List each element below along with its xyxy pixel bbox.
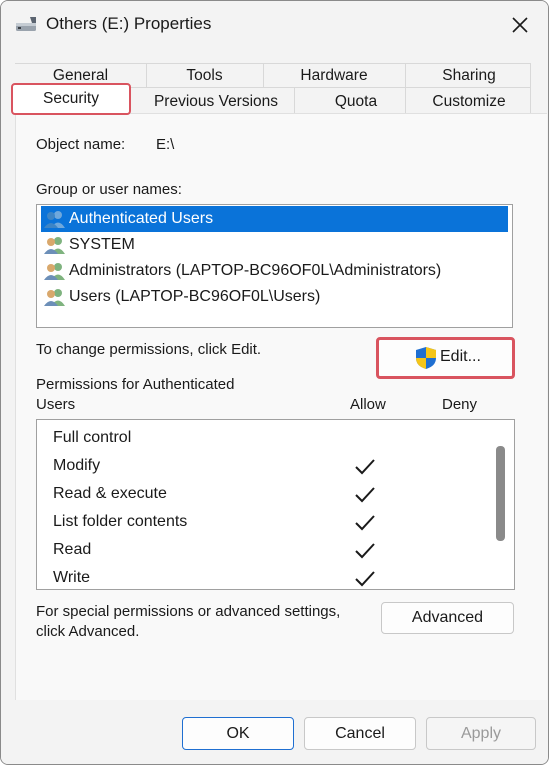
window-title: Others (E:) Properties xyxy=(46,14,212,33)
apply-button[interactable]: Apply xyxy=(426,717,536,750)
user-name: Users (LAPTOP-BC96OF0L\Users) xyxy=(69,288,321,305)
user-row-authenticated-users[interactable]: Authenticated Users xyxy=(41,206,508,232)
tab-quota[interactable]: Quota xyxy=(301,93,411,111)
title-bar: Others (E:) Properties xyxy=(1,1,548,51)
special-permissions-text-2: click Advanced. xyxy=(36,623,140,640)
group-user-label: Group or user names: xyxy=(36,181,182,198)
user-group-icon xyxy=(44,263,65,280)
checkmark-icon xyxy=(355,459,375,475)
drive-icon xyxy=(16,17,36,31)
checkmark-icon xyxy=(355,487,375,503)
checkmark-icon xyxy=(355,515,375,531)
deny-column-header: Deny xyxy=(442,396,478,413)
checkmark-icon xyxy=(355,543,375,559)
user-group-icon xyxy=(44,289,65,306)
user-row-administrators[interactable]: Administrators (LAPTOP-BC96OF0L\Administ… xyxy=(41,258,508,284)
checkmark-icon xyxy=(355,571,375,587)
permissions-label-user: Users xyxy=(36,396,76,413)
object-name-value: E:\ xyxy=(156,136,175,153)
allow-column-header: Allow xyxy=(350,396,386,413)
tab-security[interactable]: Security xyxy=(11,83,131,115)
tab-hardware[interactable]: Hardware xyxy=(263,67,405,85)
tab-tools[interactable]: Tools xyxy=(146,67,263,85)
scrollbar-thumb[interactable] xyxy=(496,446,505,541)
user-name: Administrators (LAPTOP-BC96OF0L\Administ… xyxy=(69,262,442,279)
user-name: Authenticated Users xyxy=(69,210,214,227)
tab-previous-versions[interactable]: Previous Versions xyxy=(136,93,296,111)
tab-customize[interactable]: Customize xyxy=(405,93,533,111)
shield-icon xyxy=(416,347,436,369)
edit-button[interactable]: Edit... xyxy=(376,337,515,379)
ok-button[interactable]: OK xyxy=(182,717,294,750)
user-name: SYSTEM xyxy=(69,236,135,253)
special-permissions-text: For special permissions or advanced sett… xyxy=(36,603,341,620)
edit-button-label: Edit... xyxy=(440,348,481,365)
permission-row-read: Read xyxy=(53,541,92,558)
dialog-footer: OK Cancel Apply xyxy=(1,700,548,764)
change-permissions-text: To change permissions, click Edit. xyxy=(36,341,262,358)
user-group-icon xyxy=(44,211,65,228)
permission-row-modify: Modify xyxy=(53,457,101,474)
permissions-label: Permissions for Authenticated xyxy=(36,376,235,393)
properties-dialog: Others (E:) Properties General Tools Har… xyxy=(0,0,549,765)
user-row-system[interactable]: SYSTEM xyxy=(41,232,508,258)
user-row-users[interactable]: Users (LAPTOP-BC96OF0L\Users) xyxy=(41,284,508,310)
advanced-button[interactable]: Advanced xyxy=(381,602,514,634)
scrollbar[interactable] xyxy=(488,420,514,589)
permission-row-list-folder: List folder contents xyxy=(53,513,188,530)
permissions-list[interactable]: Full control Modify Read & execute List … xyxy=(36,419,515,590)
cancel-button[interactable]: Cancel xyxy=(304,717,416,750)
permission-row-read-execute: Read & execute xyxy=(53,485,167,502)
tab-sharing[interactable]: Sharing xyxy=(405,67,533,85)
close-icon[interactable] xyxy=(506,11,534,39)
tab-divider xyxy=(15,63,531,64)
user-group-icon xyxy=(44,237,65,254)
permission-row-write: Write xyxy=(53,569,91,586)
permission-row-full-control: Full control xyxy=(53,429,132,446)
user-list[interactable]: Authenticated Users SYSTEM Administrator… xyxy=(36,204,513,328)
object-name-label: Object name: xyxy=(36,136,126,153)
